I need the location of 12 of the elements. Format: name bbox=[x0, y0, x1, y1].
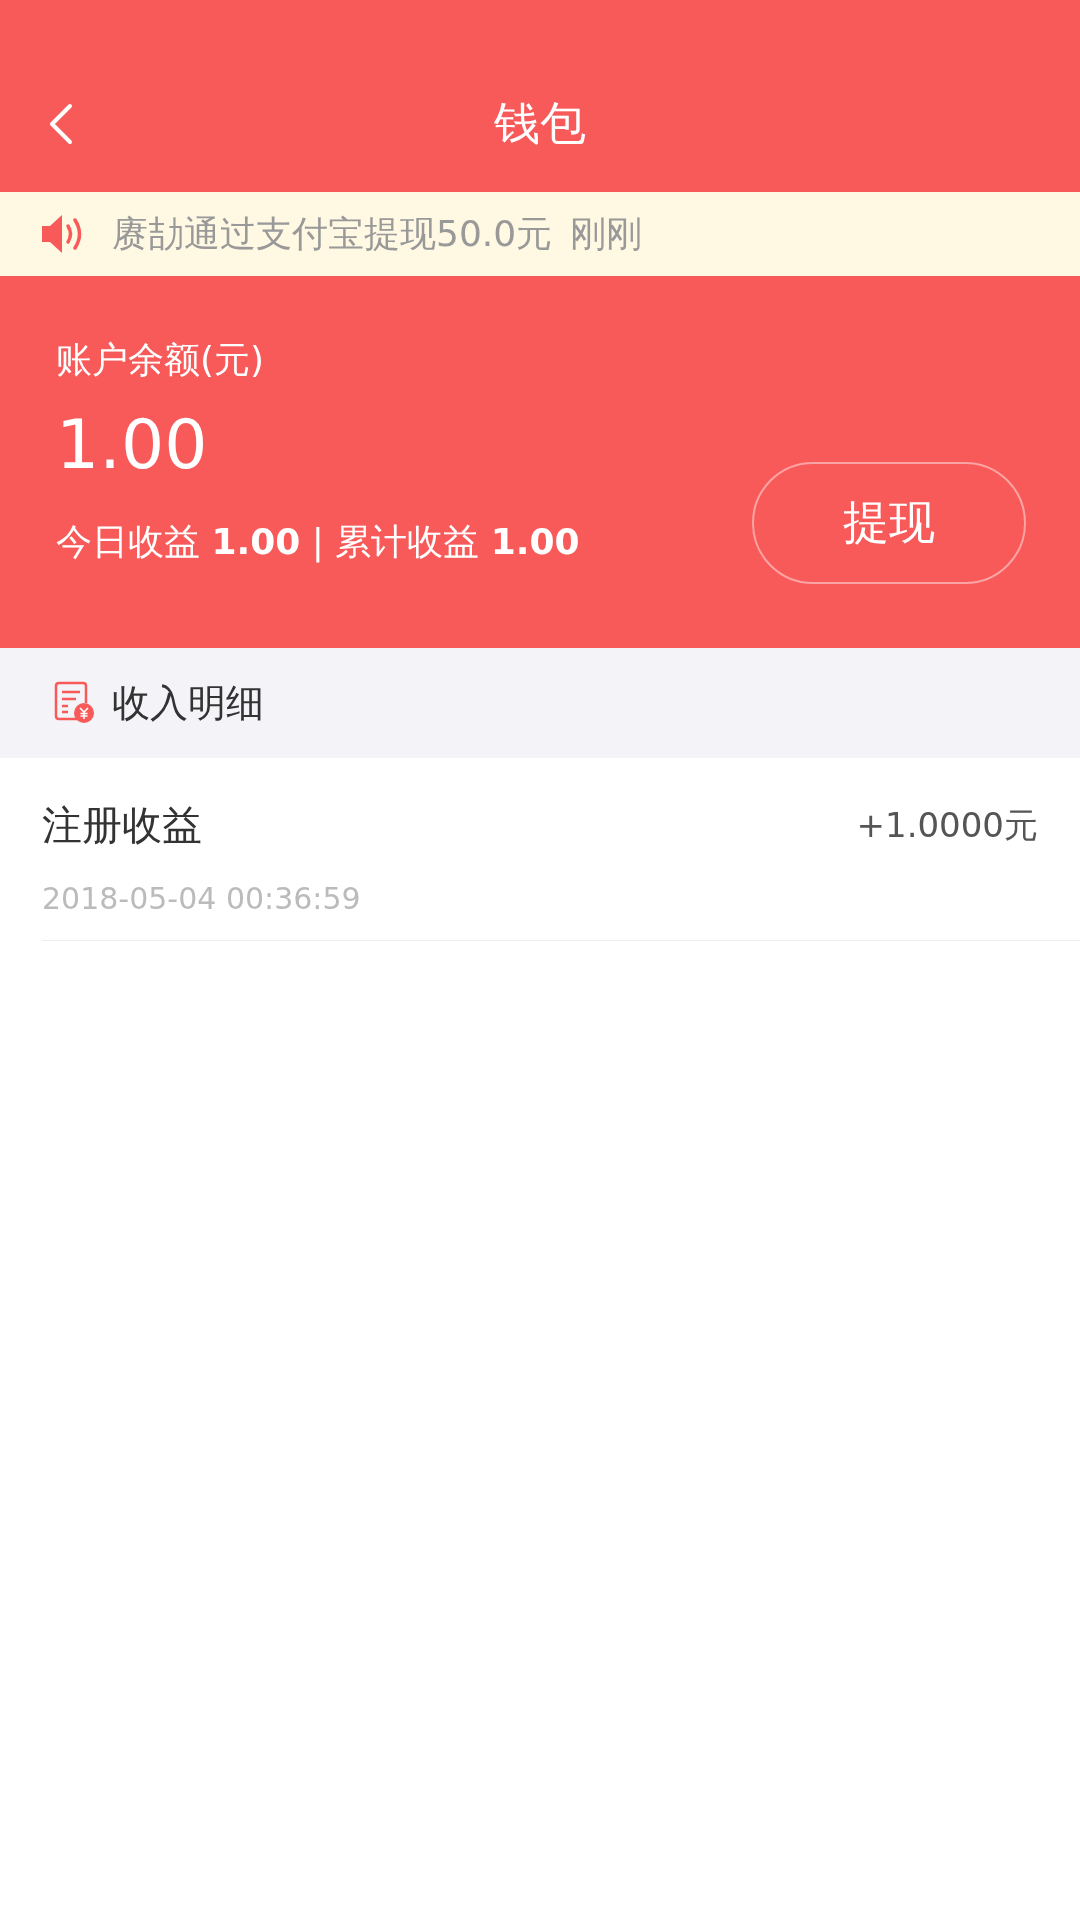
balance-label: 账户余额(元) bbox=[56, 338, 266, 382]
receipt-icon bbox=[54, 681, 96, 725]
balance-amount: 1.00 bbox=[56, 405, 209, 484]
earnings-summary: 今日收益 1.00 | 累计收益 1.00 bbox=[56, 520, 580, 565]
withdraw-button[interactable]: 提现 bbox=[752, 462, 1026, 584]
section-title: 收入明细 bbox=[112, 679, 264, 727]
page-title: 钱包 bbox=[494, 95, 586, 152]
record-amount: +1.0000元 bbox=[856, 803, 1038, 847]
notice-time: 刚刚 bbox=[570, 211, 643, 256]
notice-text: 赓劼通过支付宝提现50.0元 bbox=[112, 211, 553, 256]
record-time: 2018-05-04 00:36:59 bbox=[42, 881, 362, 916]
record-title: 注册收益 bbox=[42, 801, 202, 850]
